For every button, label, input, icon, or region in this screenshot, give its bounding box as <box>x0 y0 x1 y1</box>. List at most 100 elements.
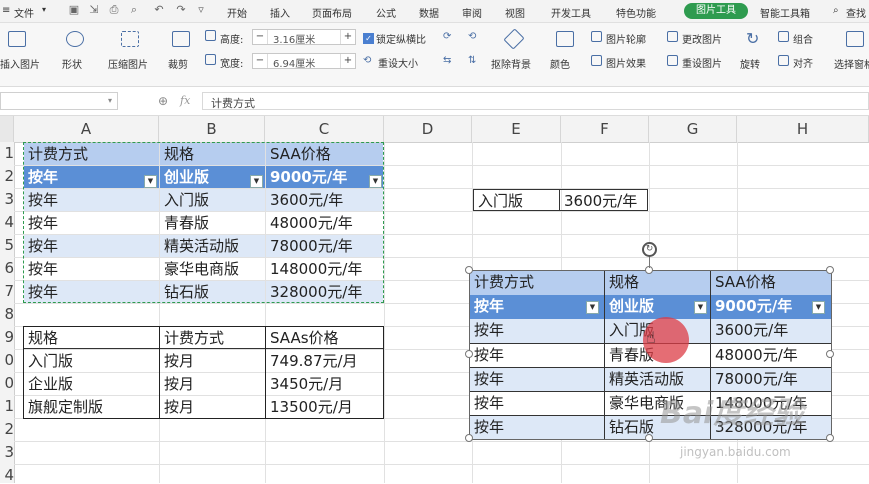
formula-input[interactable]: 计费方式 <box>202 92 869 110</box>
rotate-right-icon[interactable]: ⟲ <box>468 31 476 42</box>
selection-pane-button[interactable]: 选择窗格 <box>834 56 869 71</box>
resize-handle[interactable] <box>465 350 473 358</box>
height-stepper[interactable]: − 3.16厘米 + <box>252 29 356 46</box>
increase-icon[interactable]: + <box>340 30 355 44</box>
table-cell[interactable]: 入门版 <box>24 350 159 372</box>
reset-picture-icon[interactable] <box>667 55 678 66</box>
row-header[interactable]: 4 <box>0 466 14 484</box>
checkmark-icon[interactable]: ✓ <box>363 33 374 44</box>
remove-background-button[interactable]: 抠除背景 <box>491 56 531 71</box>
search-label[interactable]: 查找 <box>846 5 866 20</box>
picture-outline-button[interactable]: 图片轮廓 <box>606 31 646 46</box>
row-header[interactable]: 2 <box>0 420 14 438</box>
color-button[interactable]: 颜色 <box>550 56 570 71</box>
undo-icon[interactable]: ↶ <box>153 4 165 16</box>
customize-icon[interactable]: ▿ <box>195 4 207 16</box>
height-value[interactable]: 3.16厘米 <box>273 31 315 46</box>
change-picture-button[interactable]: 更改图片 <box>682 31 722 46</box>
tab-insert[interactable]: 插入 <box>270 5 290 20</box>
align-icon[interactable] <box>778 55 789 66</box>
width-stepper[interactable]: − 6.94厘米 + <box>252 53 356 70</box>
column-header-h[interactable]: H <box>737 116 869 142</box>
zoom-icon[interactable]: ⊕ <box>158 94 168 108</box>
name-box[interactable] <box>0 92 118 110</box>
table-cell[interactable]: 按月 <box>160 350 265 372</box>
table-cell[interactable]: 企业版 <box>24 373 159 395</box>
table-cell[interactable]: 13500元/月 <box>266 396 383 418</box>
rotate-handle-icon[interactable]: ↻ <box>642 242 657 257</box>
flip-vertical-icon[interactable]: ⇅ <box>468 55 476 66</box>
tab-home[interactable]: 开始 <box>227 5 247 20</box>
column-header-d[interactable]: D <box>384 116 472 142</box>
row-header[interactable]: 0 <box>0 351 14 369</box>
group-icon[interactable] <box>778 31 789 42</box>
row-header[interactable]: 5 <box>0 236 14 254</box>
resize-handle[interactable] <box>826 434 834 442</box>
print-icon[interactable]: ⎙ <box>108 4 120 16</box>
resize-handle[interactable] <box>465 266 473 274</box>
fx-icon[interactable]: fx <box>180 94 190 107</box>
shape-button[interactable]: 形状 <box>62 56 82 71</box>
table-cell[interactable]: 3450元/月 <box>266 373 383 395</box>
resize-handle[interactable] <box>826 266 834 274</box>
redo-icon[interactable]: ↷ <box>175 4 187 16</box>
resize-handle[interactable] <box>465 434 473 442</box>
column-header-c[interactable]: C <box>265 116 384 142</box>
table-cell[interactable]: 749.87元/月 <box>266 350 383 372</box>
search-icon[interactable]: ⌕ <box>833 5 839 16</box>
row-header[interactable]: 4 <box>0 213 14 231</box>
compress-picture-icon[interactable] <box>121 31 139 47</box>
resize-handle[interactable] <box>645 434 653 442</box>
print-preview-icon[interactable]: ⌕ <box>128 4 140 16</box>
width-value[interactable]: 6.94厘米 <box>273 55 315 70</box>
row-header[interactable]: 2 <box>0 167 14 185</box>
rotate-left-icon[interactable]: ⟳ <box>443 31 451 42</box>
save-icon[interactable]: ▣ <box>68 4 80 16</box>
change-picture-icon[interactable] <box>667 31 678 42</box>
reset-picture-button[interactable]: 重设图片 <box>682 55 722 70</box>
picture-effect-button[interactable]: 图片效果 <box>606 55 646 70</box>
resize-handle[interactable] <box>826 350 834 358</box>
crop-button[interactable]: 裁剪 <box>168 56 188 71</box>
insert-picture-icon[interactable] <box>8 31 26 47</box>
tab-review[interactable]: 审阅 <box>462 5 482 20</box>
rotate-icon[interactable]: ↻ <box>746 29 759 48</box>
color-icon[interactable] <box>556 31 574 47</box>
select-all-corner[interactable] <box>0 116 14 142</box>
row-header[interactable]: 3 <box>0 443 14 461</box>
menu-file-icon[interactable]: ≡ <box>2 5 10 16</box>
tab-features[interactable]: 特色功能 <box>616 5 656 20</box>
reset-size-icon[interactable]: ⟲ <box>363 55 371 66</box>
column-header-f[interactable]: F <box>561 116 649 142</box>
dropdown-arrow-icon[interactable]: ▾ <box>42 5 46 14</box>
reset-size-button[interactable]: 重设大小 <box>378 55 418 70</box>
row-header[interactable]: 7 <box>0 282 14 300</box>
tab-view[interactable]: 视图 <box>505 5 525 20</box>
tab-picture-tools[interactable]: 图片工具 <box>684 3 748 19</box>
crop-icon[interactable] <box>172 31 190 47</box>
menu-file[interactable]: 文件 <box>14 5 34 20</box>
selection-pane-icon[interactable] <box>846 31 864 47</box>
tab-data[interactable]: 数据 <box>419 5 439 20</box>
row-header[interactable]: 9 <box>0 328 14 346</box>
table-header-cell[interactable]: SAAs价格 <box>266 327 383 349</box>
decrease-icon[interactable]: − <box>253 30 268 44</box>
picture-outline-icon[interactable] <box>591 31 602 42</box>
lookup-value-cell[interactable]: 3600元/年 <box>560 189 648 211</box>
align-button[interactable]: 对齐 <box>793 55 813 70</box>
column-header-b[interactable]: B <box>159 116 265 142</box>
tab-smart-toolbox[interactable]: 智能工具箱 <box>760 5 810 20</box>
table-cell[interactable]: 旗舰定制版 <box>24 396 159 418</box>
export-icon[interactable]: ⇲ <box>88 4 100 16</box>
insert-picture-button[interactable]: 插入图片 <box>0 56 40 71</box>
flip-horizontal-icon[interactable]: ⇆ <box>443 55 451 66</box>
column-header-g[interactable]: G <box>649 116 737 142</box>
tab-page-layout[interactable]: 页面布局 <box>312 5 352 20</box>
picture-effect-icon[interactable] <box>591 55 602 66</box>
lookup-key-cell[interactable]: 入门版 <box>473 189 560 211</box>
row-header[interactable]: 6 <box>0 259 14 277</box>
compress-picture-button[interactable]: 压缩图片 <box>108 56 148 71</box>
row-header[interactable]: 0 <box>0 374 14 392</box>
group-button[interactable]: 组合 <box>793 31 813 46</box>
table-cell[interactable]: 按月 <box>160 373 265 395</box>
